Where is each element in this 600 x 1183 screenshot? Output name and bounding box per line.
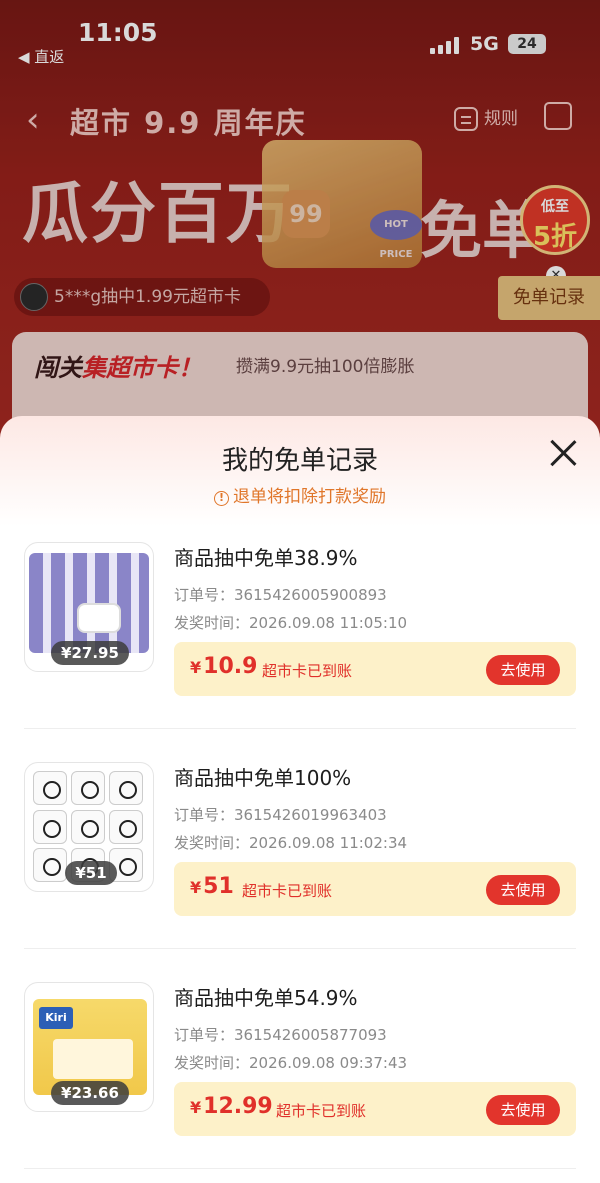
reward-box: ¥51 超市卡已到账 去使用 xyxy=(174,862,576,916)
amount-value: 51 xyxy=(203,874,234,899)
info-icon: ! xyxy=(214,491,229,506)
time-value: 2026.09.08 11:02:34 xyxy=(249,834,408,852)
cheese-block xyxy=(53,1039,133,1079)
time-label: 发奖时间： xyxy=(174,834,250,852)
list-item: ¥27.95 商品抽中免单38.9% 订单号：3615426005900893 … xyxy=(0,542,600,762)
order-number: 订单号：3615426019963403 xyxy=(174,804,387,825)
record-title: 商品抽中免单54.9% xyxy=(174,986,358,1010)
reward-box: ¥12.99 超市卡已到账 去使用 xyxy=(174,1082,576,1136)
product-price-tag: ¥51 xyxy=(65,861,117,885)
use-button[interactable]: 去使用 xyxy=(486,1095,560,1125)
close-icon[interactable] xyxy=(548,438,578,468)
currency-symbol: ¥ xyxy=(190,658,202,677)
record-title: 商品抽中免单100% xyxy=(174,766,352,790)
reward-status: 超市卡已到账 xyxy=(242,882,333,900)
reward-amount: ¥12.99 xyxy=(190,1094,273,1119)
notice-text: 退单将扣除打款奖励 xyxy=(233,487,386,507)
order-number: 订单号：3615426005900893 xyxy=(174,584,387,605)
award-time: 发奖时间：2026.09.08 09:37:43 xyxy=(174,1052,407,1073)
time-value: 2026.09.08 11:05:10 xyxy=(249,614,408,632)
product-thumbnail[interactable]: ¥51 xyxy=(24,762,154,892)
free-order-record-sheet: 我的免单记录 ! 退单将扣除打款奖励 ¥27.95 商品抽中免单38.9% 订单号… xyxy=(0,416,600,1183)
list-item: ¥51 商品抽中免单100% 订单号：3615426019963403 发奖时间… xyxy=(0,762,600,982)
background-page: 11:05 ◀ 直返 5G 24 ‹ 超市 9.9 周年庆 规则 瓜分百万 99… xyxy=(0,0,600,440)
order-label: 订单号： xyxy=(174,1026,235,1044)
use-button[interactable]: 去使用 xyxy=(486,655,560,685)
product-thumbnail[interactable]: ¥27.95 xyxy=(24,542,154,672)
order-label: 订单号： xyxy=(174,806,235,824)
divider xyxy=(24,1168,576,1169)
order-number: 订单号：3615426005877093 xyxy=(174,1024,387,1045)
sheet-title: 我的免单记录 xyxy=(221,446,378,476)
award-time: 发奖时间：2026.09.08 11:05:10 xyxy=(174,612,407,633)
order-value: 3615426005900893 xyxy=(234,586,387,604)
order-value: 3615426019963403 xyxy=(234,806,387,824)
list-item: Kiri ¥23.66 商品抽中免单54.9% 订单号：361542600587… xyxy=(0,982,600,1183)
currency-symbol: ¥ xyxy=(190,878,202,897)
product-price-tag: ¥27.95 xyxy=(51,641,129,665)
reward-amount: ¥10.9 xyxy=(190,654,257,679)
brand-logo: Kiri xyxy=(39,1007,73,1029)
amount-value: 12.99 xyxy=(203,1094,273,1119)
product-price-tag: ¥23.66 xyxy=(51,1081,129,1105)
reward-status: 超市卡已到账 xyxy=(276,1102,367,1120)
divider xyxy=(24,948,576,949)
time-label: 发奖时间： xyxy=(174,1054,250,1072)
order-label: 订单号： xyxy=(174,586,235,604)
use-button[interactable]: 去使用 xyxy=(486,875,560,905)
reward-amount: ¥51 xyxy=(190,874,234,899)
product-thumbnail[interactable]: Kiri ¥23.66 xyxy=(24,982,154,1112)
overlay-dim xyxy=(0,0,600,440)
currency-symbol: ¥ xyxy=(190,1098,202,1117)
award-time: 发奖时间：2026.09.08 11:02:34 xyxy=(174,832,407,853)
order-value: 3615426005877093 xyxy=(234,1026,387,1044)
record-title: 商品抽中免单38.9% xyxy=(174,546,358,570)
time-label: 发奖时间： xyxy=(174,614,250,632)
reward-status: 超市卡已到账 xyxy=(262,662,353,680)
refund-notice: ! 退单将扣除打款奖励 xyxy=(0,482,600,507)
divider xyxy=(24,728,576,729)
amount-value: 10.9 xyxy=(203,654,258,679)
time-value: 2026.09.08 09:37:43 xyxy=(249,1054,408,1072)
product-image xyxy=(29,553,149,653)
reward-box: ¥10.9 超市卡已到账 去使用 xyxy=(174,642,576,696)
